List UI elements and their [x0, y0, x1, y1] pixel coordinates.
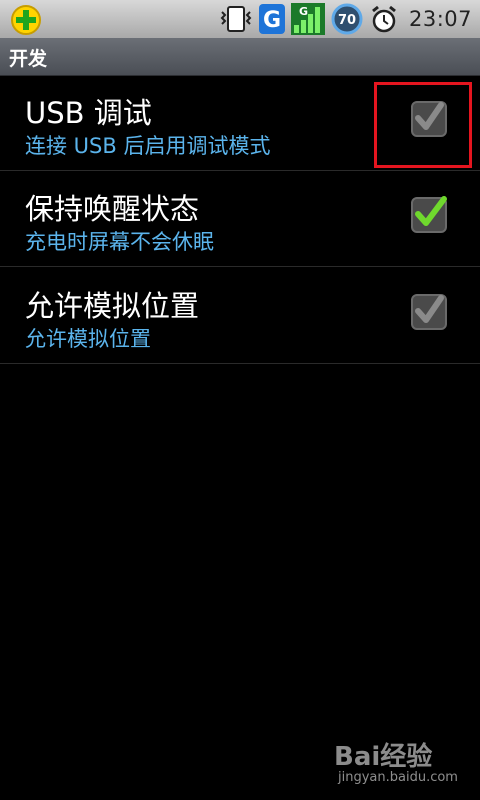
watermark-logo: Bai经验 — [334, 742, 433, 772]
page-title: 开发 — [9, 48, 48, 70]
checkbox-disabled-icon[interactable] — [410, 293, 448, 331]
sim-card-icon — [219, 4, 253, 34]
setting-summary: 允许模拟位置 — [25, 327, 151, 351]
setting-mock-locations[interactable]: 允许模拟位置 允许模拟位置 — [0, 269, 480, 364]
setting-summary: 充电时屏幕不会休眠 — [25, 230, 214, 254]
g-app-icon: G — [258, 4, 285, 34]
setting-stay-awake[interactable]: 保持唤醒状态 充电时屏幕不会休眠 — [0, 172, 480, 267]
watermark-url: jingyan.baidu.com — [338, 770, 458, 785]
clock: 23:07 — [408, 7, 472, 31]
svg-text:G: G — [299, 5, 308, 18]
setting-label: USB 调试 — [25, 96, 152, 130]
checkbox-checked-icon[interactable] — [410, 196, 448, 234]
baidu-jingyan-watermark: Bai经验 jingyan.baidu.com — [330, 736, 470, 800]
svg-text:70: 70 — [338, 13, 356, 28]
battery-icon: 70 — [331, 3, 363, 35]
highlight-annotation — [374, 82, 472, 168]
title-bar: 开发 — [0, 38, 480, 76]
status-bar: G G 70 23:07 — [0, 0, 480, 38]
setting-label: 保持唤醒状态 — [25, 192, 200, 226]
setting-label: 允许模拟位置 — [25, 289, 200, 323]
plus-shield-app-icon[interactable] — [10, 4, 42, 36]
setting-summary: 连接 USB 后启用调试模式 — [25, 134, 271, 158]
signal-icon: G — [290, 3, 325, 35]
alarm-clock-icon — [369, 4, 399, 34]
svg-text:G: G — [263, 8, 281, 33]
